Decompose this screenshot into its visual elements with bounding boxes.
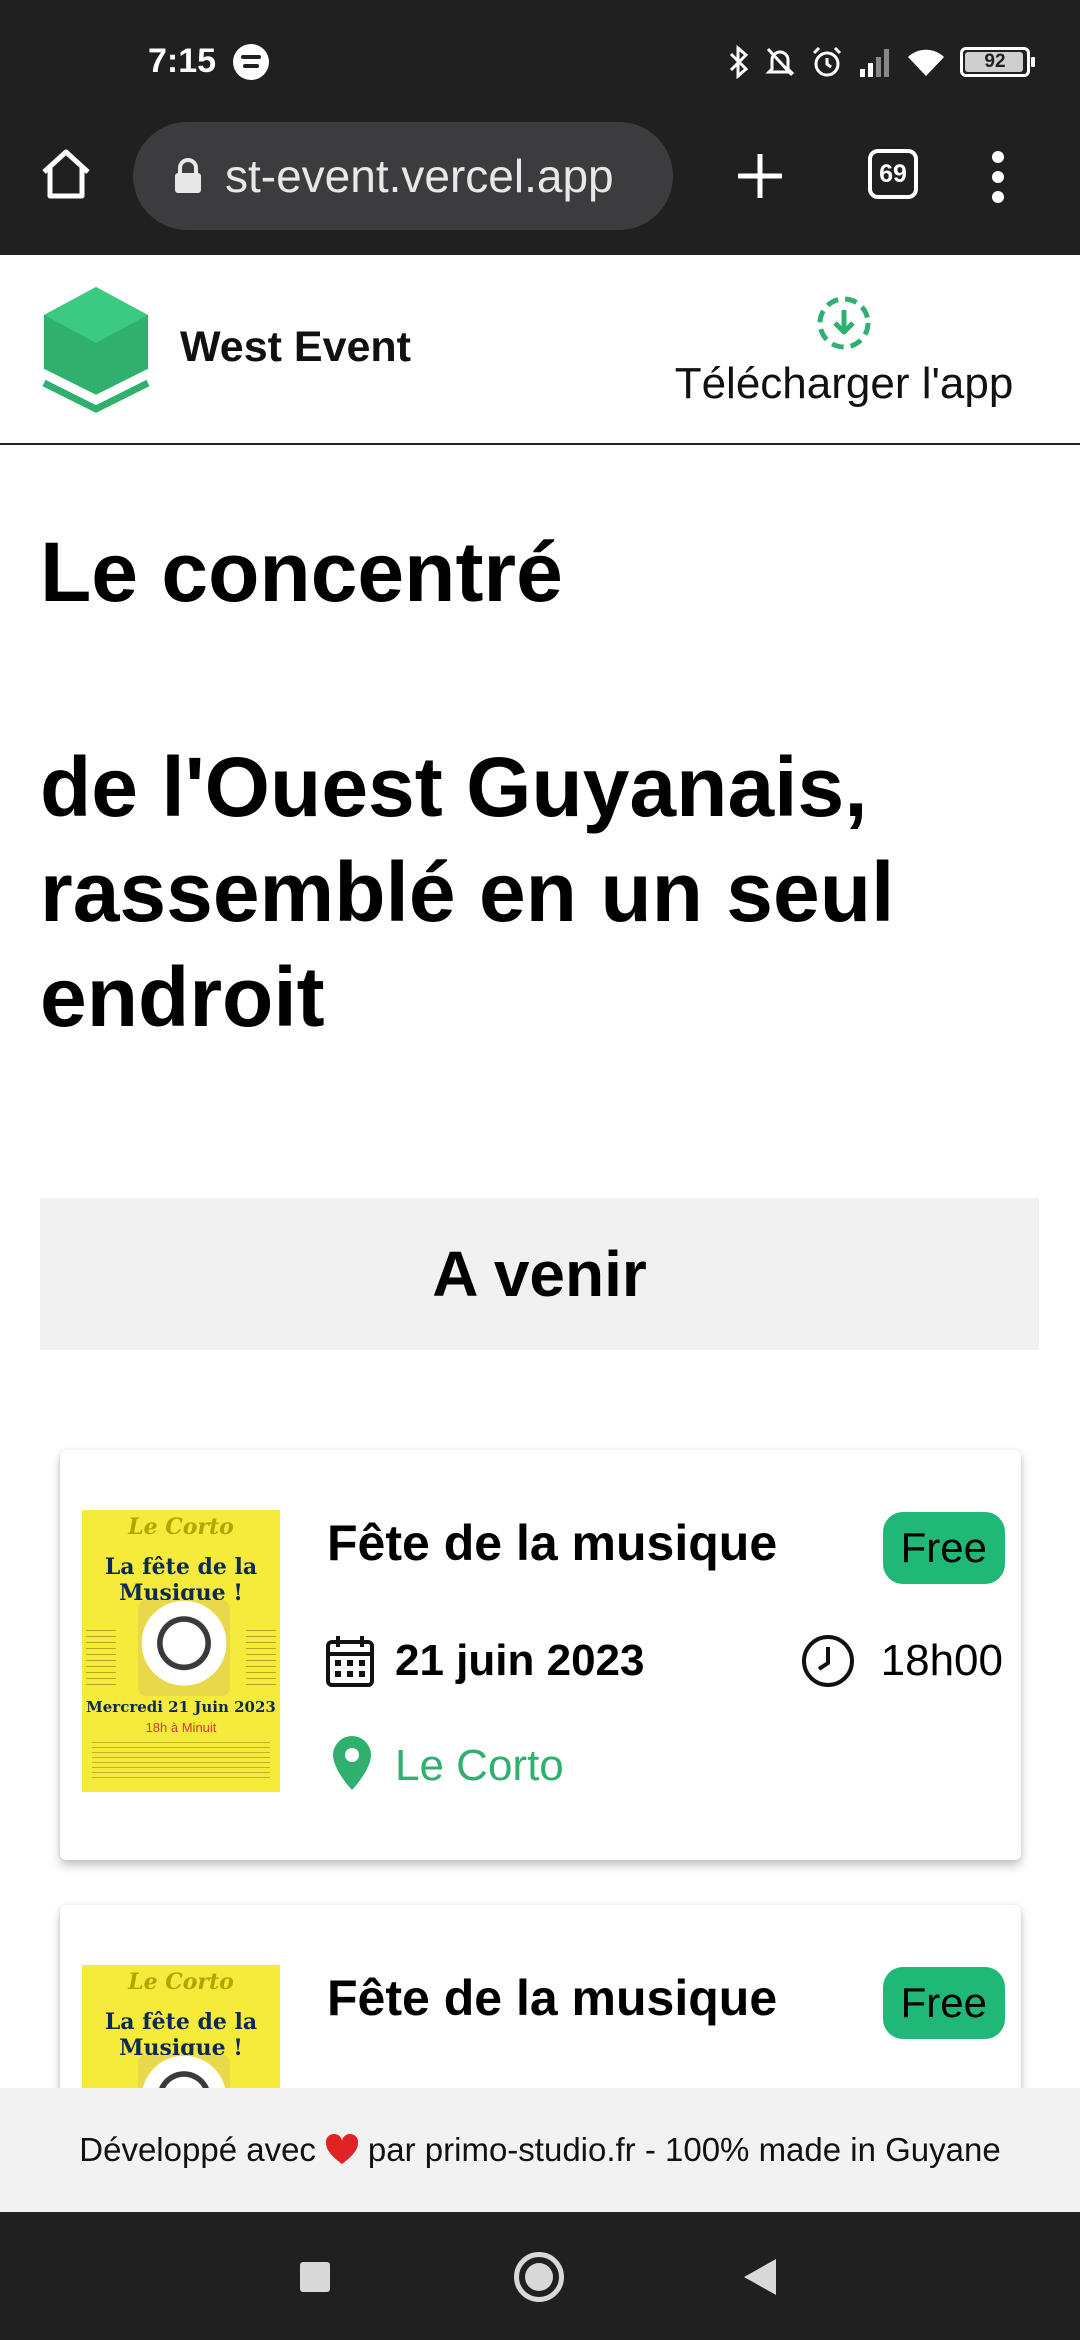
- download-app-button[interactable]: Télécharger l'app: [644, 293, 1044, 409]
- hero-line-2: de l'Ouest Guyanais, rassemblé en un seu…: [40, 740, 895, 1044]
- back-icon[interactable]: [744, 2259, 776, 2295]
- home-nav-icon[interactable]: [514, 2252, 564, 2302]
- signal-icon: [860, 49, 889, 77]
- poster-crest-icon: [138, 1600, 230, 1696]
- clock-icon: [802, 1635, 854, 1687]
- event-date: 21 juin 2023: [395, 1636, 645, 1685]
- battery-icon: 92: [960, 47, 1035, 77]
- android-nav-bar: [0, 2212, 1080, 2340]
- bluetooth-icon: [729, 45, 749, 79]
- price-badge: Free: [882, 1512, 1005, 1584]
- url-text[interactable]: st-event.vercel.app: [225, 149, 614, 203]
- plus-icon[interactable]: [734, 150, 786, 202]
- poster-venue: Le Corto: [128, 1514, 234, 1540]
- upcoming-title: A venir: [432, 1238, 647, 1310]
- poster-title: La fête de la Musique !: [104, 2009, 258, 2061]
- poster-date: Mercredi 21 Juin 2023: [86, 1698, 276, 1716]
- event-title[interactable]: Fête de la musique: [327, 1514, 777, 1572]
- status-time: 7:15: [148, 42, 217, 80]
- tab-count: 69: [879, 159, 907, 188]
- event-title[interactable]: Fête de la musique: [327, 1969, 777, 2027]
- heart-icon: [325, 2134, 358, 2164]
- home-icon[interactable]: [38, 146, 94, 202]
- west-event-logo[interactable]: [38, 285, 154, 413]
- url-bar[interactable]: st-event.vercel.app: [133, 122, 673, 230]
- upcoming-section-header: A venir: [40, 1198, 1039, 1350]
- poster-venue: Le Corto: [128, 1969, 234, 1995]
- footer-text-before: Développé avec: [79, 2131, 316, 2168]
- event-location[interactable]: Le Corto: [395, 1741, 564, 1791]
- download-app-label: Télécharger l'app: [674, 359, 1014, 408]
- recents-icon[interactable]: [300, 2262, 330, 2292]
- calendar-icon: [326, 1636, 374, 1687]
- event-poster: Le Corto La fête de la Musique ! Mercred…: [82, 1510, 280, 1792]
- wifi-icon: [908, 49, 944, 76]
- hero-heading: Le concentré de l'Ouest Guyanais, rassem…: [40, 520, 1050, 1050]
- browser-toolbar: st-event.vercel.app 69: [0, 120, 1080, 255]
- status-bar: 7:15 92: [0, 0, 1080, 120]
- tab-switcher-button[interactable]: 69: [868, 149, 918, 199]
- lock-icon: [175, 158, 201, 193]
- event-time: 18h00: [880, 1636, 1003, 1685]
- poster-hours: 18h à Minuit: [145, 1720, 217, 1735]
- status-icons: 92: [728, 42, 1035, 82]
- poster-title: La fête de la Musique !: [104, 1554, 258, 1606]
- battery-percent: 92: [984, 51, 1006, 72]
- site-header: West Event Télécharger l'app: [0, 255, 1080, 445]
- footer-text-after[interactable]: par primo-studio.fr - 100% made in Guyan…: [368, 2131, 1001, 2169]
- more-icon[interactable]: [990, 150, 1006, 204]
- location-pin-icon: [333, 1736, 371, 1790]
- spotify-icon: [233, 44, 269, 80]
- brand-name[interactable]: West Event: [180, 323, 411, 372]
- site-footer: Développé avec par primo-studio.fr - 100…: [0, 2088, 1080, 2212]
- event-card[interactable]: Le Corto La fête de la Musique ! Mercred…: [60, 1450, 1021, 1860]
- alarm-icon: [812, 46, 842, 77]
- price-badge: Free: [882, 1967, 1005, 2039]
- bell-off-icon: [765, 47, 795, 77]
- download-icon: [817, 296, 871, 350]
- hero-line-1: Le concentré: [40, 525, 563, 619]
